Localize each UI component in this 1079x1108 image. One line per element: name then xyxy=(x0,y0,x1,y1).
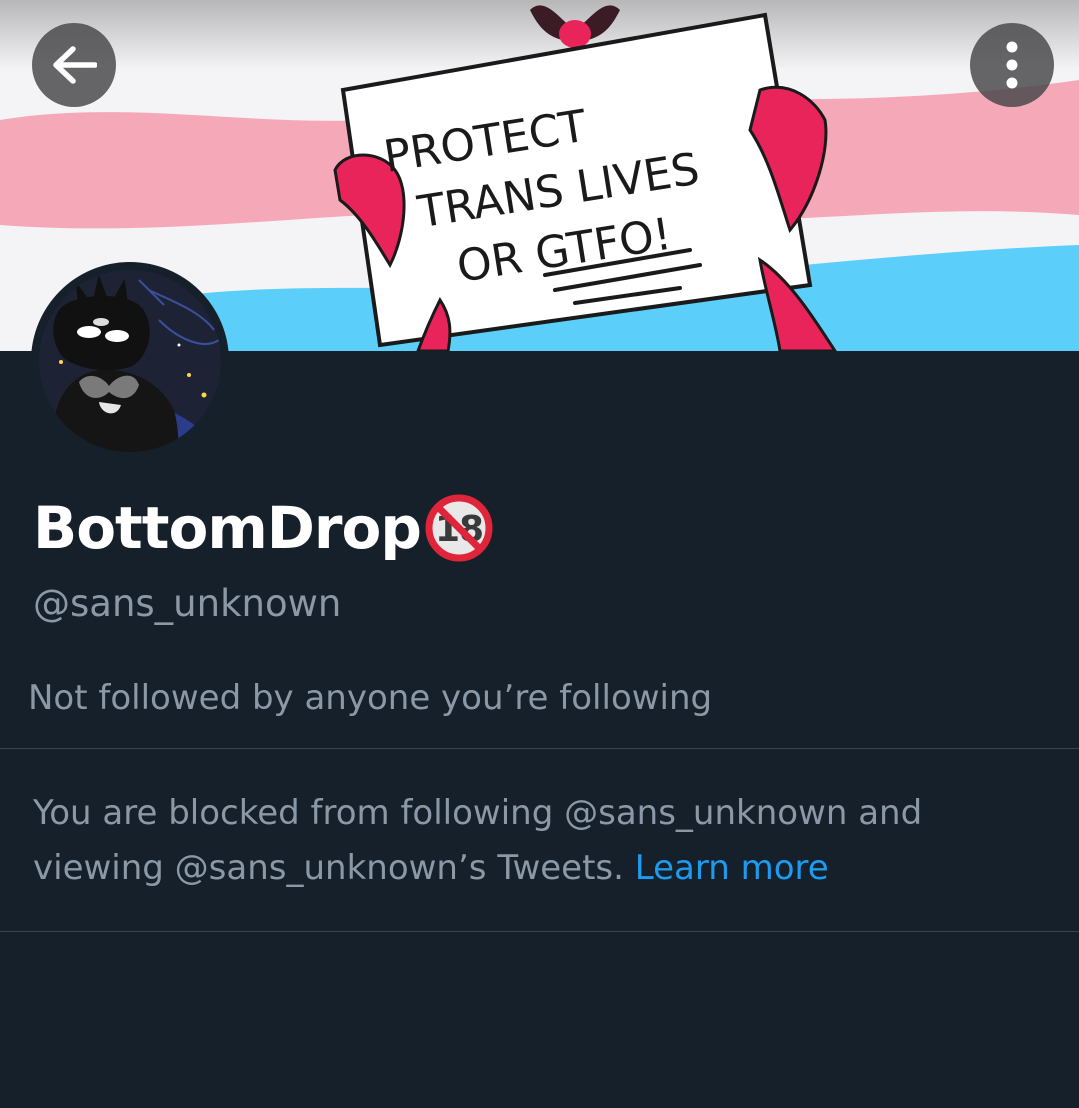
more-vertical-icon xyxy=(1006,41,1018,89)
learn-more-link[interactable]: Learn more xyxy=(635,848,829,888)
blocked-notice: You are blocked from following @sans_unk… xyxy=(33,786,1043,896)
back-button[interactable] xyxy=(32,23,116,107)
followers-you-know[interactable]: Not followed by anyone you’re following xyxy=(28,678,712,718)
no-under-18-icon: 18 xyxy=(423,492,495,564)
arrow-left-icon xyxy=(53,46,97,84)
user-handle: @sans_unknown xyxy=(33,582,342,625)
display-name-text: BottomDrop xyxy=(33,494,422,562)
avatar[interactable] xyxy=(31,262,229,460)
avatar-image xyxy=(39,270,221,452)
more-options-button[interactable] xyxy=(970,23,1054,107)
divider xyxy=(0,931,1079,932)
display-name: BottomDrop 18 xyxy=(33,488,495,568)
divider xyxy=(0,748,1079,749)
